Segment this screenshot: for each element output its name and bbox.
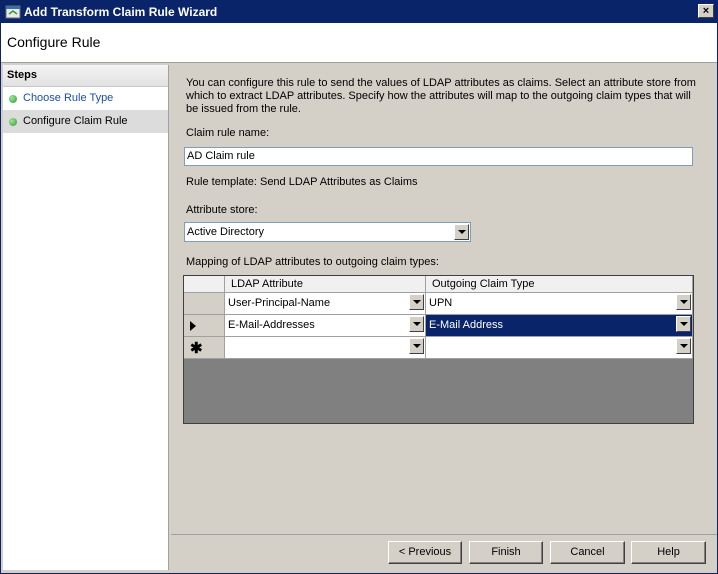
outgoing-claim-type-cell-selected[interactable]: E-Mail Address <box>426 315 693 337</box>
cancel-button[interactable]: Cancel <box>550 541 625 564</box>
step-label: Configure Claim Rule <box>23 115 128 127</box>
step-configure-claim-rule[interactable]: Configure Claim Rule <box>3 110 168 133</box>
step-indicator-icon <box>9 118 17 126</box>
mapping-grid: LDAP Attribute Outgoing Claim Type User-… <box>183 275 694 424</box>
chevron-down-icon[interactable] <box>454 224 469 240</box>
row-header-current[interactable] <box>184 315 225 337</box>
wizard-window: Add Transform Claim Rule Wizard × Config… <box>0 0 718 574</box>
step-label: Choose Rule Type <box>23 92 114 104</box>
finish-button[interactable]: Finish <box>469 541 543 564</box>
rule-description: You can configure this rule to send the … <box>186 77 696 115</box>
claim-rule-name-input[interactable]: AD Claim rule <box>184 147 693 166</box>
main-content: You can configure this rule to send the … <box>171 65 717 535</box>
row-pointer-icon <box>190 321 196 331</box>
mapping-label: Mapping of LDAP attributes to outgoing c… <box>186 256 439 268</box>
title-bar: Add Transform Claim Rule Wizard × <box>1 1 717 23</box>
chevron-down-icon[interactable] <box>676 338 691 354</box>
row-header-new[interactable]: ✱ <box>184 337 225 359</box>
chevron-down-icon[interactable] <box>676 294 691 310</box>
attribute-store-select[interactable]: Active Directory <box>184 222 471 242</box>
previous-button[interactable]: < Previous <box>388 541 462 564</box>
outgoing-claim-type-cell[interactable]: UPN <box>426 293 693 315</box>
button-bar: < Previous Finish Cancel Help <box>171 534 717 572</box>
column-header-ldap-attribute[interactable]: LDAP Attribute <box>225 276 426 293</box>
chevron-down-icon[interactable] <box>409 316 424 332</box>
steps-panel: Steps Choose Rule Type Configure Claim R… <box>3 65 169 570</box>
steps-title: Steps <box>3 65 168 87</box>
app-window-icon <box>5 5 21 19</box>
help-button[interactable]: Help <box>631 541 706 564</box>
claim-rule-name-label: Claim rule name: <box>186 127 270 139</box>
attribute-store-value: Active Directory <box>187 226 265 238</box>
row-header[interactable] <box>184 293 225 315</box>
ldap-attribute-cell[interactable]: User-Principal-Name <box>225 293 426 315</box>
page-title: Configure Rule <box>7 34 101 50</box>
step-indicator-icon <box>9 95 17 103</box>
ldap-attribute-cell-new[interactable] <box>225 337 426 359</box>
attribute-store-label: Attribute store: <box>186 204 258 216</box>
rule-template-label: Rule template: Send LDAP Attributes as C… <box>186 176 418 188</box>
grid-corner-header <box>184 276 225 293</box>
step-choose-rule-type[interactable]: Choose Rule Type <box>3 87 168 110</box>
column-header-outgoing-claim-type[interactable]: Outgoing Claim Type <box>426 276 693 293</box>
chevron-down-icon[interactable] <box>676 316 691 332</box>
chevron-down-icon[interactable] <box>409 338 424 354</box>
wizard-header: Configure Rule <box>1 23 717 63</box>
outgoing-claim-type-cell-new[interactable] <box>426 337 693 359</box>
ldap-attribute-cell[interactable]: E-Mail-Addresses <box>225 315 426 337</box>
window-title: Add Transform Claim Rule Wizard <box>24 5 218 19</box>
chevron-down-icon[interactable] <box>409 294 424 310</box>
close-button[interactable]: × <box>698 4 714 18</box>
new-row-asterisk-icon: ✱ <box>190 340 203 357</box>
